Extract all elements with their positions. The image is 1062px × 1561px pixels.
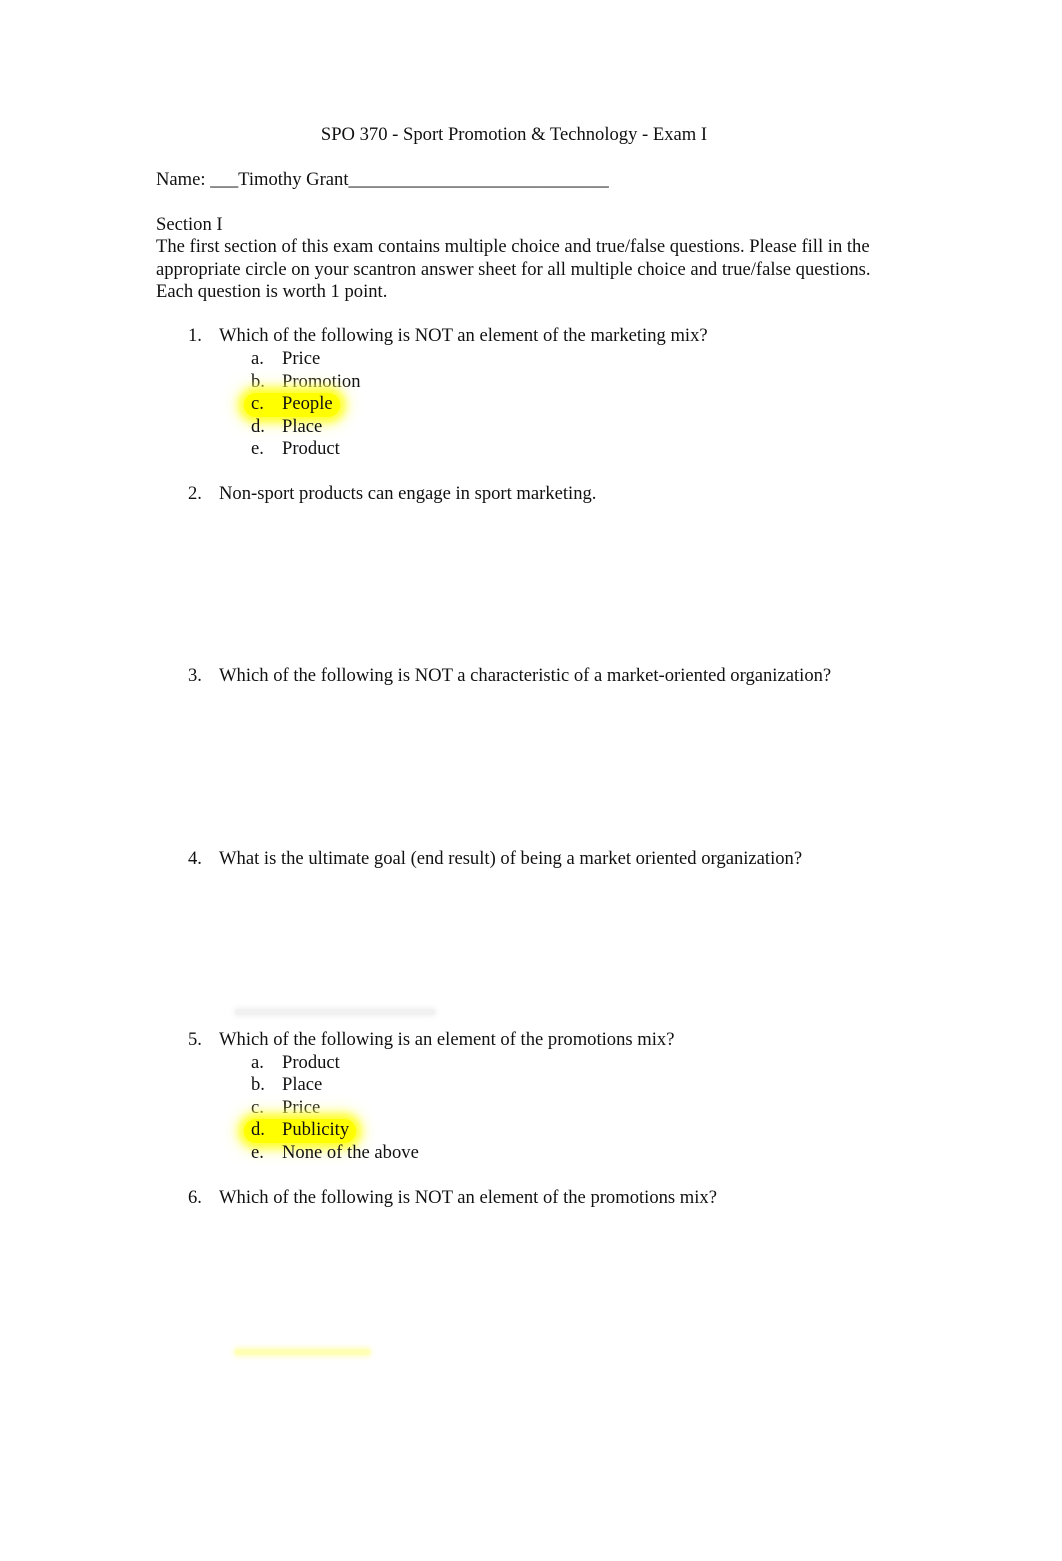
- answer-option: e. Product: [0, 438, 1062, 461]
- option-text: People: [282, 393, 333, 414]
- question-row: 1. Which of the following is NOT an elem…: [0, 325, 1062, 348]
- question-row: 4. What is the ultimate goal (end result…: [0, 848, 1062, 871]
- option-letter: e.: [251, 438, 264, 459]
- question-text: Which of the following is NOT an element…: [219, 1187, 717, 1208]
- answer-option: b. Place: [0, 1074, 1062, 1097]
- name-label: Name:: [156, 169, 211, 190]
- question-number: 5.: [188, 1029, 202, 1050]
- option-text: Product: [282, 1052, 340, 1073]
- question-number: 1.: [188, 325, 202, 346]
- option-letter: b.: [251, 371, 265, 392]
- option-text: None of the above: [282, 1142, 419, 1163]
- option-text: Publicity: [282, 1119, 350, 1140]
- exam-page: SPO 370 - Sport Promotion & Technology -…: [0, 0, 1062, 1561]
- answer-option-selected: c. People: [0, 393, 1062, 416]
- question-number: 4.: [188, 848, 202, 869]
- name-line: Name: ___Timothy Grant__________________…: [156, 169, 609, 192]
- answer-option: b. Promotion: [0, 371, 1062, 394]
- faint-highlight-mark: [235, 1349, 370, 1355]
- answer-option-selected: d. Publicity: [0, 1119, 1062, 1142]
- question-number: 2.: [188, 483, 202, 504]
- name-suffix-blank: ____________________________: [348, 169, 609, 190]
- option-text: Place: [282, 1074, 323, 1095]
- exam-title: SPO 370 - Sport Promotion & Technology -…: [320, 124, 708, 145]
- question-row: 3. Which of the following is NOT a chara…: [0, 665, 1062, 688]
- question-number: 3.: [188, 665, 202, 686]
- answer-option: d. Place: [0, 416, 1062, 439]
- section-heading: Section I: [156, 214, 223, 235]
- name-prefix-blank: ___: [210, 169, 239, 190]
- option-letter: e.: [251, 1142, 264, 1163]
- option-letter: d.: [251, 1119, 265, 1140]
- question-row: 2. Non-sport products can engage in spor…: [0, 483, 1062, 506]
- question-row: 6. Which of the following is NOT an elem…: [0, 1187, 1062, 1210]
- student-name: Timothy Grant: [238, 169, 349, 190]
- question-text: Which of the following is NOT a characte…: [219, 665, 832, 686]
- option-text: Promotion: [282, 371, 361, 392]
- faint-smudge-mark: [235, 1009, 435, 1015]
- question-text: Non-sport products can engage in sport m…: [219, 483, 597, 504]
- question-text: Which of the following is an element of …: [219, 1029, 675, 1050]
- option-letter: a.: [251, 1052, 264, 1073]
- answer-option: a. Price: [0, 348, 1062, 371]
- question-number: 6.: [188, 1187, 202, 1208]
- option-text: Price: [282, 1097, 321, 1118]
- section-instructions: The first section of this exam contains …: [156, 236, 871, 303]
- option-text: Price: [282, 348, 321, 369]
- option-letter: c.: [251, 393, 264, 414]
- option-text: Place: [282, 416, 323, 437]
- question-row: 5. Which of the following is an element …: [0, 1029, 1062, 1052]
- option-letter: b.: [251, 1074, 265, 1095]
- answer-option: c. Price: [0, 1097, 1062, 1120]
- question-text: What is the ultimate goal (end result) o…: [219, 848, 803, 869]
- answer-option: a. Product: [0, 1052, 1062, 1075]
- option-letter: a.: [251, 348, 264, 369]
- option-text: Product: [282, 438, 340, 459]
- option-letter: c.: [251, 1097, 264, 1118]
- question-text: Which of the following is NOT an element…: [219, 325, 708, 346]
- answer-option: e. None of the above: [0, 1142, 1062, 1165]
- option-letter: d.: [251, 416, 265, 437]
